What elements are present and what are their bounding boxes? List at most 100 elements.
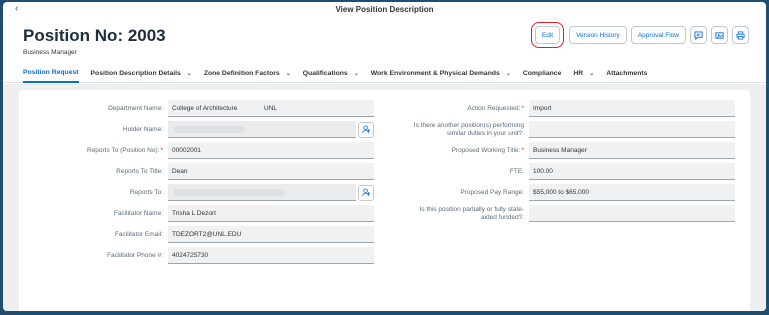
- header-actions: Edit Version History Approval Flow: [530, 22, 749, 48]
- field-value: Trisha L Dezort: [172, 209, 216, 217]
- page-subtitle: Business Manager: [23, 49, 77, 56]
- redacted-value: [174, 126, 244, 133]
- tab-label: Compliance: [522, 69, 562, 77]
- tab-qualifications[interactable]: Qualifications ⌄: [303, 64, 359, 83]
- field-label-text: Proposed Working Title:: [451, 146, 521, 154]
- approval-flow-button[interactable]: Approval Flow: [630, 26, 686, 44]
- field-value-secondary: UNL: [264, 105, 278, 112]
- holder-picker-button[interactable]: [358, 121, 374, 138]
- display-button[interactable]: [711, 26, 728, 44]
- field-value: Business Manager: [533, 146, 587, 154]
- holder-name-field[interactable]: [168, 121, 356, 138]
- tab-attachments[interactable]: Attachments: [606, 64, 647, 83]
- tab-zone-definition-factors[interactable]: Zone Definition Factors ⌄: [204, 64, 291, 83]
- action-requested-field: Import: [529, 100, 735, 117]
- tab-hr[interactable]: HR ⌄: [573, 64, 594, 83]
- tab-bar: Position Request Position Description De…: [3, 64, 766, 83]
- field-label-line: aided funded?:: [480, 213, 524, 221]
- field-value: TDEZORT2@UNL.EDU: [172, 230, 242, 238]
- chevron-down-icon: ⌄: [285, 70, 291, 77]
- field-value: 100.00: [533, 167, 553, 175]
- form-row-action-requested: Action Requested:* Import: [399, 100, 735, 117]
- comment-icon: [694, 30, 703, 40]
- reports-to-title-field: Dean: [168, 163, 374, 180]
- form-row-fte: FTE: 100.00: [399, 163, 735, 180]
- form-row-reports-to-position: Reports To (Position No):* 00002001: [19, 142, 374, 159]
- redacted-value: [174, 189, 284, 196]
- field-value: College of Architecture: [172, 104, 238, 112]
- chevron-down-icon: ⌄: [589, 70, 595, 77]
- form-row-state-aided: Is this position partially or fully stat…: [399, 205, 735, 222]
- tab-position-description-details[interactable]: Position Description Details ⌄: [91, 64, 192, 83]
- content-area: Department Name: College of Architecture…: [3, 84, 766, 311]
- chevron-down-icon: ⌄: [353, 70, 359, 77]
- form-row-facilitator-phone: Facilitator Phone #: 4024725730: [19, 247, 374, 264]
- form-row-department: Department Name: College of Architecture…: [19, 100, 374, 117]
- pay-range-field: $55,000 to $65,000: [529, 184, 735, 201]
- person-add-icon: [361, 125, 370, 134]
- window-title: View Position Description: [335, 5, 434, 14]
- field-label: Proposed Pay Range:: [460, 188, 524, 196]
- form-row-facilitator-name: Facilitator Name: Trisha L Dezort: [19, 205, 374, 222]
- facilitator-email-field: TDEZORT2@UNL.EDU: [168, 226, 374, 243]
- tab-work-environment[interactable]: Work Environment & Physical Demands ⌄: [371, 64, 511, 83]
- version-history-button[interactable]: Version History: [569, 26, 627, 44]
- object-header: Position No: 2003 Business Manager Edit …: [3, 16, 766, 64]
- field-label: Proposed Working Title:*: [399, 147, 524, 155]
- app-window: ‹ View Position Description Position No:…: [3, 2, 766, 311]
- comment-button[interactable]: [690, 26, 707, 44]
- field-label: Action Requested:*: [399, 105, 524, 113]
- field-label: Facilitator Phone #:: [106, 251, 163, 259]
- form-row-reports-to-title: Reports To Title: Dean: [19, 163, 374, 180]
- field-label: Reports To Title:: [116, 167, 163, 175]
- image-icon: [715, 31, 724, 39]
- tab-label: HR: [573, 69, 584, 77]
- field-label: Reports To:: [129, 188, 163, 196]
- state-aided-field: [529, 205, 735, 222]
- form-panel: Department Name: College of Architecture…: [19, 90, 750, 311]
- field-label: Facilitator Email:: [114, 230, 163, 238]
- required-marker: *: [521, 146, 524, 154]
- field-value: Dean: [172, 167, 188, 175]
- person-add-icon: [361, 188, 370, 197]
- field-label: Facilitator Name:: [113, 209, 163, 217]
- reports-to-field[interactable]: [168, 184, 356, 201]
- field-label: FTE:: [509, 167, 524, 175]
- title-bar: ‹ View Position Description: [3, 2, 766, 16]
- field-value: 4024725730: [172, 251, 209, 259]
- tab-compliance[interactable]: Compliance: [523, 64, 562, 83]
- field-label-text: Action Requested:: [467, 104, 521, 112]
- page-title: Position No: 2003: [23, 26, 166, 45]
- field-label-line: Is this position partially or fully stat…: [419, 205, 524, 213]
- field-label: Is there another position(s) performing s…: [399, 122, 524, 138]
- similar-positions-field: [529, 121, 735, 138]
- tab-label: Zone Definition Factors: [203, 69, 280, 77]
- field-label: Is this position partially or fully stat…: [399, 206, 524, 222]
- edit-button[interactable]: Edit: [530, 22, 565, 48]
- required-marker: *: [160, 146, 163, 154]
- tab-position-request[interactable]: Position Request: [23, 64, 79, 83]
- printer-icon: [736, 30, 745, 40]
- tab-label: Attachments: [606, 69, 648, 77]
- tab-label: Qualifications: [302, 69, 348, 77]
- chevron-down-icon: ⌄: [186, 70, 192, 77]
- working-title-field: Business Manager: [529, 142, 735, 159]
- facilitator-phone-field: 4024725730: [168, 247, 374, 264]
- field-label: Reports To (Position No):*: [19, 147, 163, 155]
- field-label-line: similar duties in your unit?:: [447, 129, 524, 137]
- print-button[interactable]: [732, 26, 749, 44]
- required-marker: *: [521, 104, 524, 112]
- tab-label: Work Environment & Physical Demands: [370, 69, 500, 77]
- field-value: $55,000 to $65,000: [533, 188, 590, 196]
- facilitator-name-field: Trisha L Dezort: [168, 205, 374, 222]
- tab-label: Position Description Details: [90, 69, 181, 77]
- form-row-holder: Holder Name:: [19, 121, 374, 138]
- chevron-down-icon: ⌄: [505, 70, 511, 77]
- reports-to-picker-button[interactable]: [358, 184, 374, 201]
- reports-to-position-field: 00002001: [168, 142, 374, 159]
- field-label-text: Reports To (Position No):: [86, 146, 160, 154]
- form-row-reports-to: Reports To:: [19, 184, 374, 201]
- form-row-facilitator-email: Facilitator Email: TDEZORT2@UNL.EDU: [19, 226, 374, 243]
- field-label-line: Is there another position(s) performing: [413, 121, 524, 129]
- form-row-working-title: Proposed Working Title:* Business Manage…: [399, 142, 735, 159]
